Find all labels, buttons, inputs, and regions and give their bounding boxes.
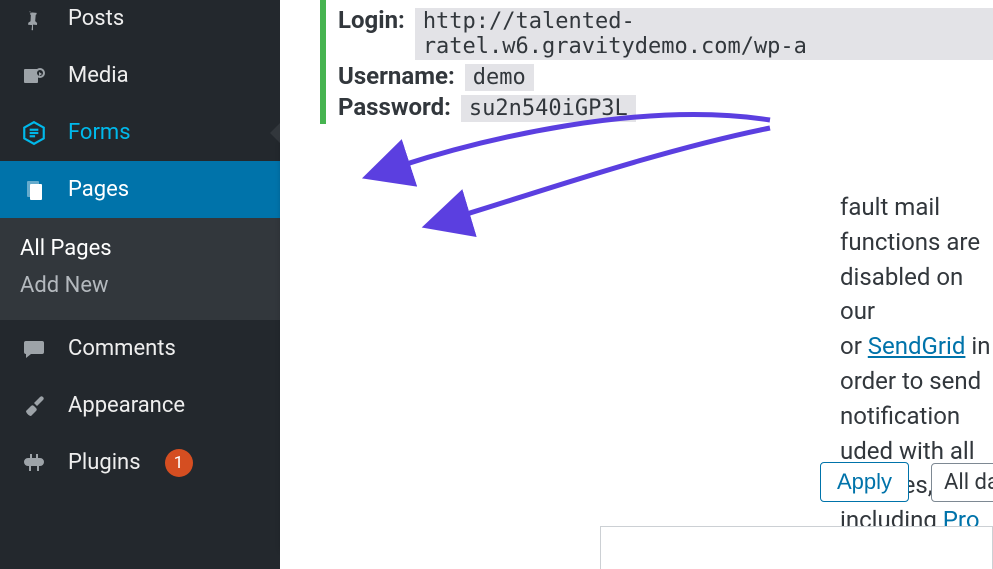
plugins-update-badge: 1: [165, 449, 193, 477]
sidebar-item-posts[interactable]: Posts: [0, 0, 280, 47]
sidebar-item-comments[interactable]: Comments: [0, 320, 280, 377]
forms-icon: [16, 120, 52, 146]
sidebar-item-pages[interactable]: Pages: [0, 161, 280, 218]
pages-icon: [16, 178, 52, 202]
pages-submenu: All Pages Add New: [0, 218, 280, 320]
sidebar-item-label: Forms: [68, 120, 131, 145]
comments-icon: [16, 337, 52, 361]
sidebar-item-forms[interactable]: Forms: [0, 104, 280, 161]
list-table-top-edge: [600, 526, 993, 569]
plugins-icon: [16, 451, 52, 475]
login-label: Login:: [338, 6, 405, 34]
date-filter-select[interactable]: All dates: [931, 463, 993, 502]
password-value[interactable]: su2n540iGP3L: [461, 95, 636, 122]
media-icon: [16, 64, 52, 88]
submenu-all-pages[interactable]: All Pages: [0, 230, 280, 267]
sidebar-item-appearance[interactable]: Appearance: [0, 377, 280, 434]
install-info-notice: This install will be deleted approximate…: [320, 0, 993, 124]
sidebar-item-label: Posts: [68, 6, 124, 31]
pin-icon: [16, 7, 52, 31]
sidebar-item-media[interactable]: Media: [0, 47, 280, 104]
sidebar-item-label: Plugins: [68, 450, 141, 475]
apply-button[interactable]: Apply: [820, 462, 909, 502]
login-url-value[interactable]: http://talented-ratel.w6.gravitydemo.com…: [415, 8, 993, 60]
sendgrid-link[interactable]: SendGrid: [868, 332, 966, 360]
main-content: This install will be deleted approximate…: [280, 0, 993, 569]
list-toolbar: Apply All dates Filter: [820, 462, 993, 502]
appearance-icon: [16, 394, 52, 418]
submenu-add-new[interactable]: Add New: [0, 267, 280, 304]
username-value[interactable]: demo: [465, 64, 534, 91]
mail-disabled-notice: fault mail functions are disabled on our…: [840, 190, 993, 569]
sidebar-item-plugins[interactable]: Plugins 1: [0, 434, 280, 491]
sidebar-item-label: Media: [68, 63, 129, 88]
sidebar-item-label: Appearance: [68, 393, 185, 418]
date-filter-value: All dates: [944, 470, 993, 495]
admin-sidebar: Posts Media Forms Pages All Pages Add Ne…: [0, 0, 280, 569]
sidebar-item-label: Comments: [68, 336, 176, 361]
password-label: Password:: [338, 93, 451, 121]
username-label: Username:: [338, 62, 455, 90]
sidebar-item-label: Pages: [68, 177, 129, 202]
